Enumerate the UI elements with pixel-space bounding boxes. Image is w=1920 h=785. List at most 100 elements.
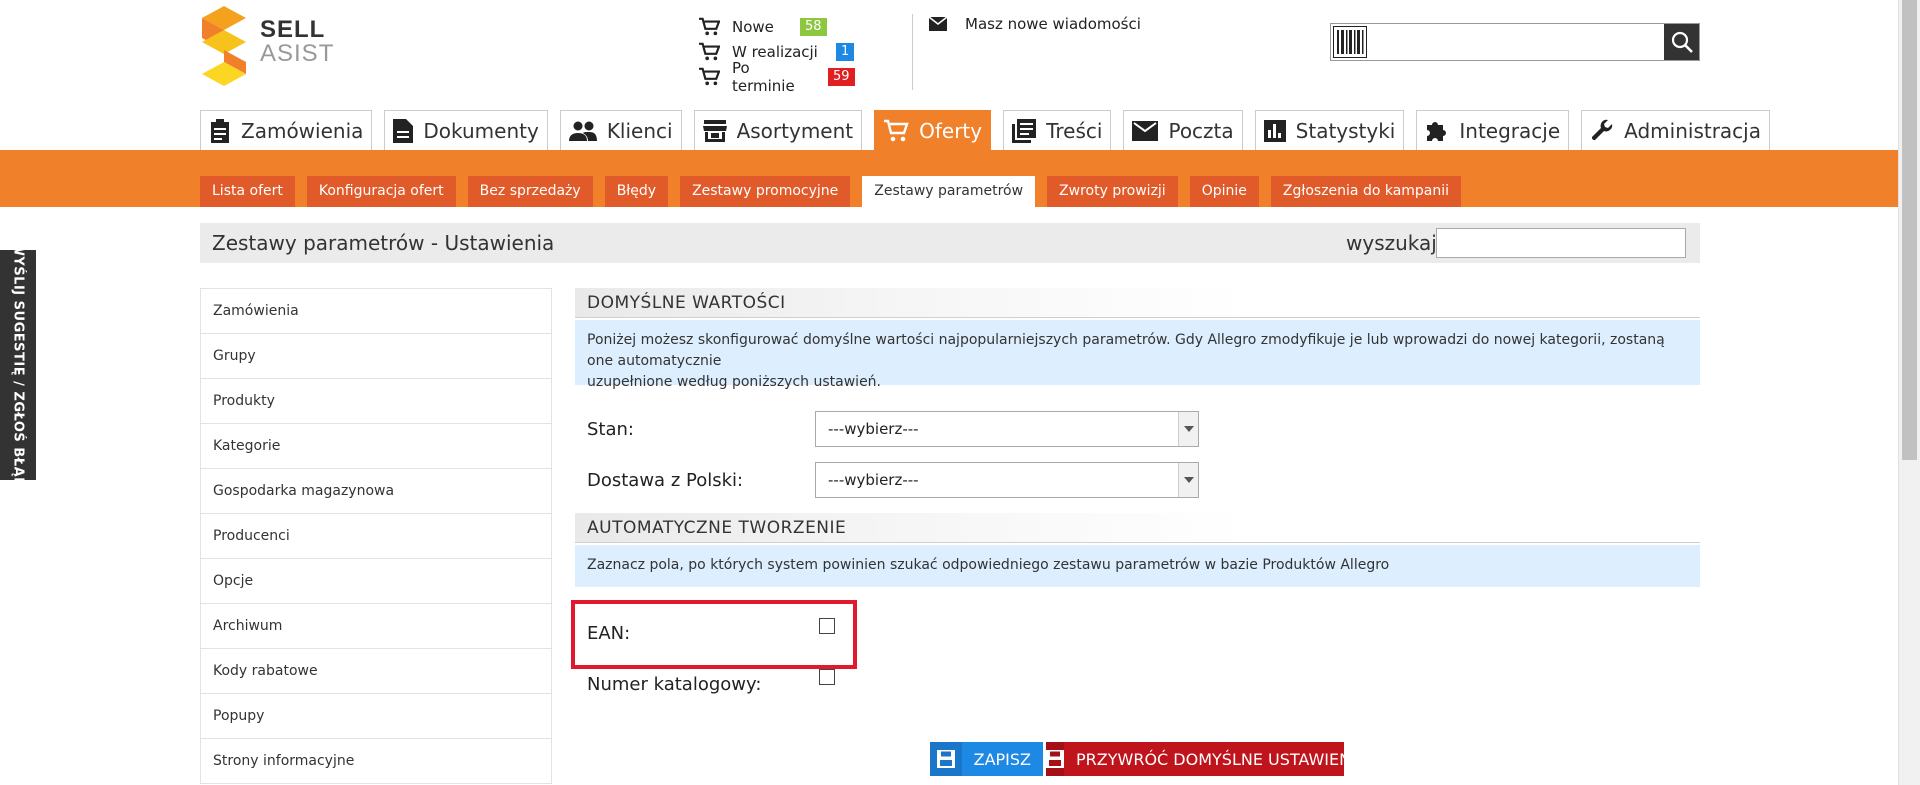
save-button[interactable]: ZAPISZ <box>930 742 1043 776</box>
restore-defaults-label: PRZYWRÓĆ DOMYŚLNE USTAWIENIA <box>1076 749 1367 769</box>
defaults-info-line: uzupełnione według poniższych ustawień. <box>587 374 881 390</box>
subtab-parameter-sets[interactable]: Zestawy parametrów <box>862 176 1036 207</box>
nav-tab-label: Zamówienia <box>241 118 364 143</box>
sellasist-logo[interactable]: SELL ASIST <box>200 6 333 86</box>
settings-side-menu: Zamówienia Grupy Produkty Kategorie Gosp… <box>200 288 552 784</box>
subtab-campaign-applications[interactable]: Zgłoszenia do kampanii <box>1270 176 1462 207</box>
section-heading-defaults: DOMYŚLNE WARTOŚCI <box>575 288 1700 318</box>
status-count-badge: 1 <box>836 42 855 61</box>
nav-tab-documents[interactable]: Dokumenty <box>384 110 548 150</box>
side-menu-item[interactable]: Producenci <box>201 514 551 559</box>
nav-tab-label: Oferty <box>919 118 983 143</box>
page-title: Zestawy parametrów - Ustawienia <box>212 231 555 255</box>
nav-tab-administration[interactable]: Administracja <box>1581 110 1770 150</box>
section-heading-auto-creation: AUTOMATYCZNE TWORZENIE <box>575 513 1700 543</box>
defaults-info-line: Poniżej możesz skonfigurować domyślne wa… <box>587 332 1665 369</box>
nav-tab-integrations[interactable]: Integracje <box>1416 110 1570 150</box>
side-menu-item[interactable]: Archiwum <box>201 604 551 649</box>
side-menu-item[interactable]: Opcje <box>201 559 551 604</box>
cart-icon <box>699 42 720 60</box>
envelope-icon <box>929 17 947 31</box>
document-icon <box>393 118 414 143</box>
nav-tab-assortment[interactable]: Asortyment <box>693 110 863 150</box>
content-list-icon <box>1012 118 1037 143</box>
subtab-no-sales[interactable]: Bez sprzedaży <box>467 176 593 207</box>
envelope-icon <box>1132 120 1159 141</box>
shipping-select-value: ---wybierz--- <box>828 471 919 489</box>
catalog-number-checkbox[interactable] <box>819 669 835 685</box>
side-menu-item[interactable]: Kody rabatowe <box>201 649 551 694</box>
logo-icon <box>202 6 246 86</box>
restore-defaults-button[interactable]: PRZYWRÓĆ DOMYŚLNE USTAWIENIA <box>1046 742 1367 776</box>
side-menu-item[interactable]: Gospodarka magazynowa <box>201 469 551 514</box>
side-menu-item[interactable]: Kategorie <box>201 424 551 469</box>
nav-tab-orders[interactable]: Zamówienia <box>200 110 373 150</box>
save-button-label: ZAPISZ <box>973 749 1031 769</box>
sub-navigation: Lista ofert Konfiguracja ofert Bez sprze… <box>200 176 1473 207</box>
search-label: wyszukaj: <box>1346 231 1444 255</box>
side-menu-item[interactable]: Strony informacyjne <box>201 739 551 784</box>
catalog-number-label: Numer katalogowy: <box>587 674 762 695</box>
chevron-down-icon <box>1178 463 1198 497</box>
subtab-reviews[interactable]: Opinie <box>1189 176 1259 207</box>
chevron-down-icon <box>1178 412 1198 446</box>
logo-text-sell: SELL <box>260 16 326 43</box>
global-search-field[interactable] <box>1330 23 1700 61</box>
main-navigation: Zamówienia Dokumenty Klienci Asortyment … <box>200 110 1782 150</box>
floppy-disk-icon <box>1046 742 1064 776</box>
feedback-tab[interactable]: WYŚLIJ SUGESTIĘ / ZGŁOŚ BŁĄD <box>0 242 36 488</box>
page-scrollbar[interactable] <box>1898 0 1920 785</box>
messages-link[interactable]: Masz nowe wiadomości <box>929 15 1141 33</box>
clipboard-icon <box>211 118 229 143</box>
store-icon <box>702 119 727 142</box>
nav-tab-content[interactable]: Treści <box>1003 110 1112 150</box>
shipping-from-poland-label: Dostawa z Polski: <box>587 470 744 491</box>
side-menu-item[interactable]: Zamówienia <box>201 289 551 334</box>
side-menu-item[interactable]: Produkty <box>201 379 551 424</box>
nav-tab-offers[interactable]: Oferty <box>874 110 992 150</box>
subtab-offer-list[interactable]: Lista ofert <box>200 176 295 207</box>
subtab-promo-sets[interactable]: Zestawy promocyjne <box>680 176 851 207</box>
subtab-commission-refunds[interactable]: Zwroty prowizji <box>1047 176 1178 207</box>
search-input[interactable] <box>1373 32 1653 52</box>
cart-icon <box>884 119 909 141</box>
feedback-tab-label: WYŚLIJ SUGESTIĘ / ZGŁOŚ BŁĄD <box>10 241 26 489</box>
condition-label: Stan: <box>587 419 634 440</box>
ean-checkbox[interactable] <box>819 618 835 634</box>
nav-tab-label: Poczta <box>1168 118 1234 143</box>
nav-tab-statistics[interactable]: Statystyki <box>1254 110 1405 150</box>
logo-text-asist: ASIST <box>260 40 335 67</box>
status-count-badge: 59 <box>828 67 855 86</box>
subtab-errors[interactable]: Błędy <box>604 176 669 207</box>
side-menu-item[interactable]: Grupy <box>201 334 551 379</box>
side-menu-item[interactable]: Popupy <box>201 694 551 739</box>
search-button[interactable] <box>1664 24 1699 60</box>
messages-text: Masz nowe wiadomości <box>965 15 1141 33</box>
page-search-input[interactable] <box>1436 228 1686 258</box>
scrollbar-thumb[interactable] <box>1902 0 1917 460</box>
subtab-offer-config[interactable]: Konfiguracja ofert <box>306 176 456 207</box>
nav-tab-label: Administracja <box>1624 118 1761 143</box>
auto-creation-info-box: Zaznacz pola, po których system powinien… <box>575 545 1700 587</box>
status-label: Nowe <box>732 17 774 36</box>
nav-tab-mail[interactable]: Poczta <box>1123 110 1243 150</box>
cart-icon <box>699 17 720 35</box>
header-divider <box>912 14 913 90</box>
status-count-badge: 58 <box>800 17 827 36</box>
page-title-bar: Zestawy parametrów - Ustawienia wyszukaj… <box>200 223 1700 263</box>
nav-tab-label: Klienci <box>606 118 673 143</box>
barcode-icon[interactable] <box>1333 26 1367 58</box>
nav-tab-clients[interactable]: Klienci <box>559 110 682 150</box>
status-overdue[interactable]: Po terminie 59 <box>698 59 855 95</box>
condition-select[interactable]: ---wybierz--- <box>815 411 1199 447</box>
shipping-from-poland-select[interactable]: ---wybierz--- <box>815 462 1199 498</box>
puzzle-icon <box>1427 121 1447 141</box>
condition-select-value: ---wybierz--- <box>828 420 919 438</box>
people-icon <box>568 121 597 141</box>
search-icon <box>1671 31 1693 53</box>
floppy-disk-icon <box>930 742 962 776</box>
status-new[interactable]: Nowe 58 <box>698 14 855 39</box>
nav-tab-label: Treści <box>1046 118 1103 143</box>
nav-tab-label: Dokumenty <box>423 118 539 143</box>
defaults-info-box: Poniżej możesz skonfigurować domyślne wa… <box>575 320 1700 390</box>
